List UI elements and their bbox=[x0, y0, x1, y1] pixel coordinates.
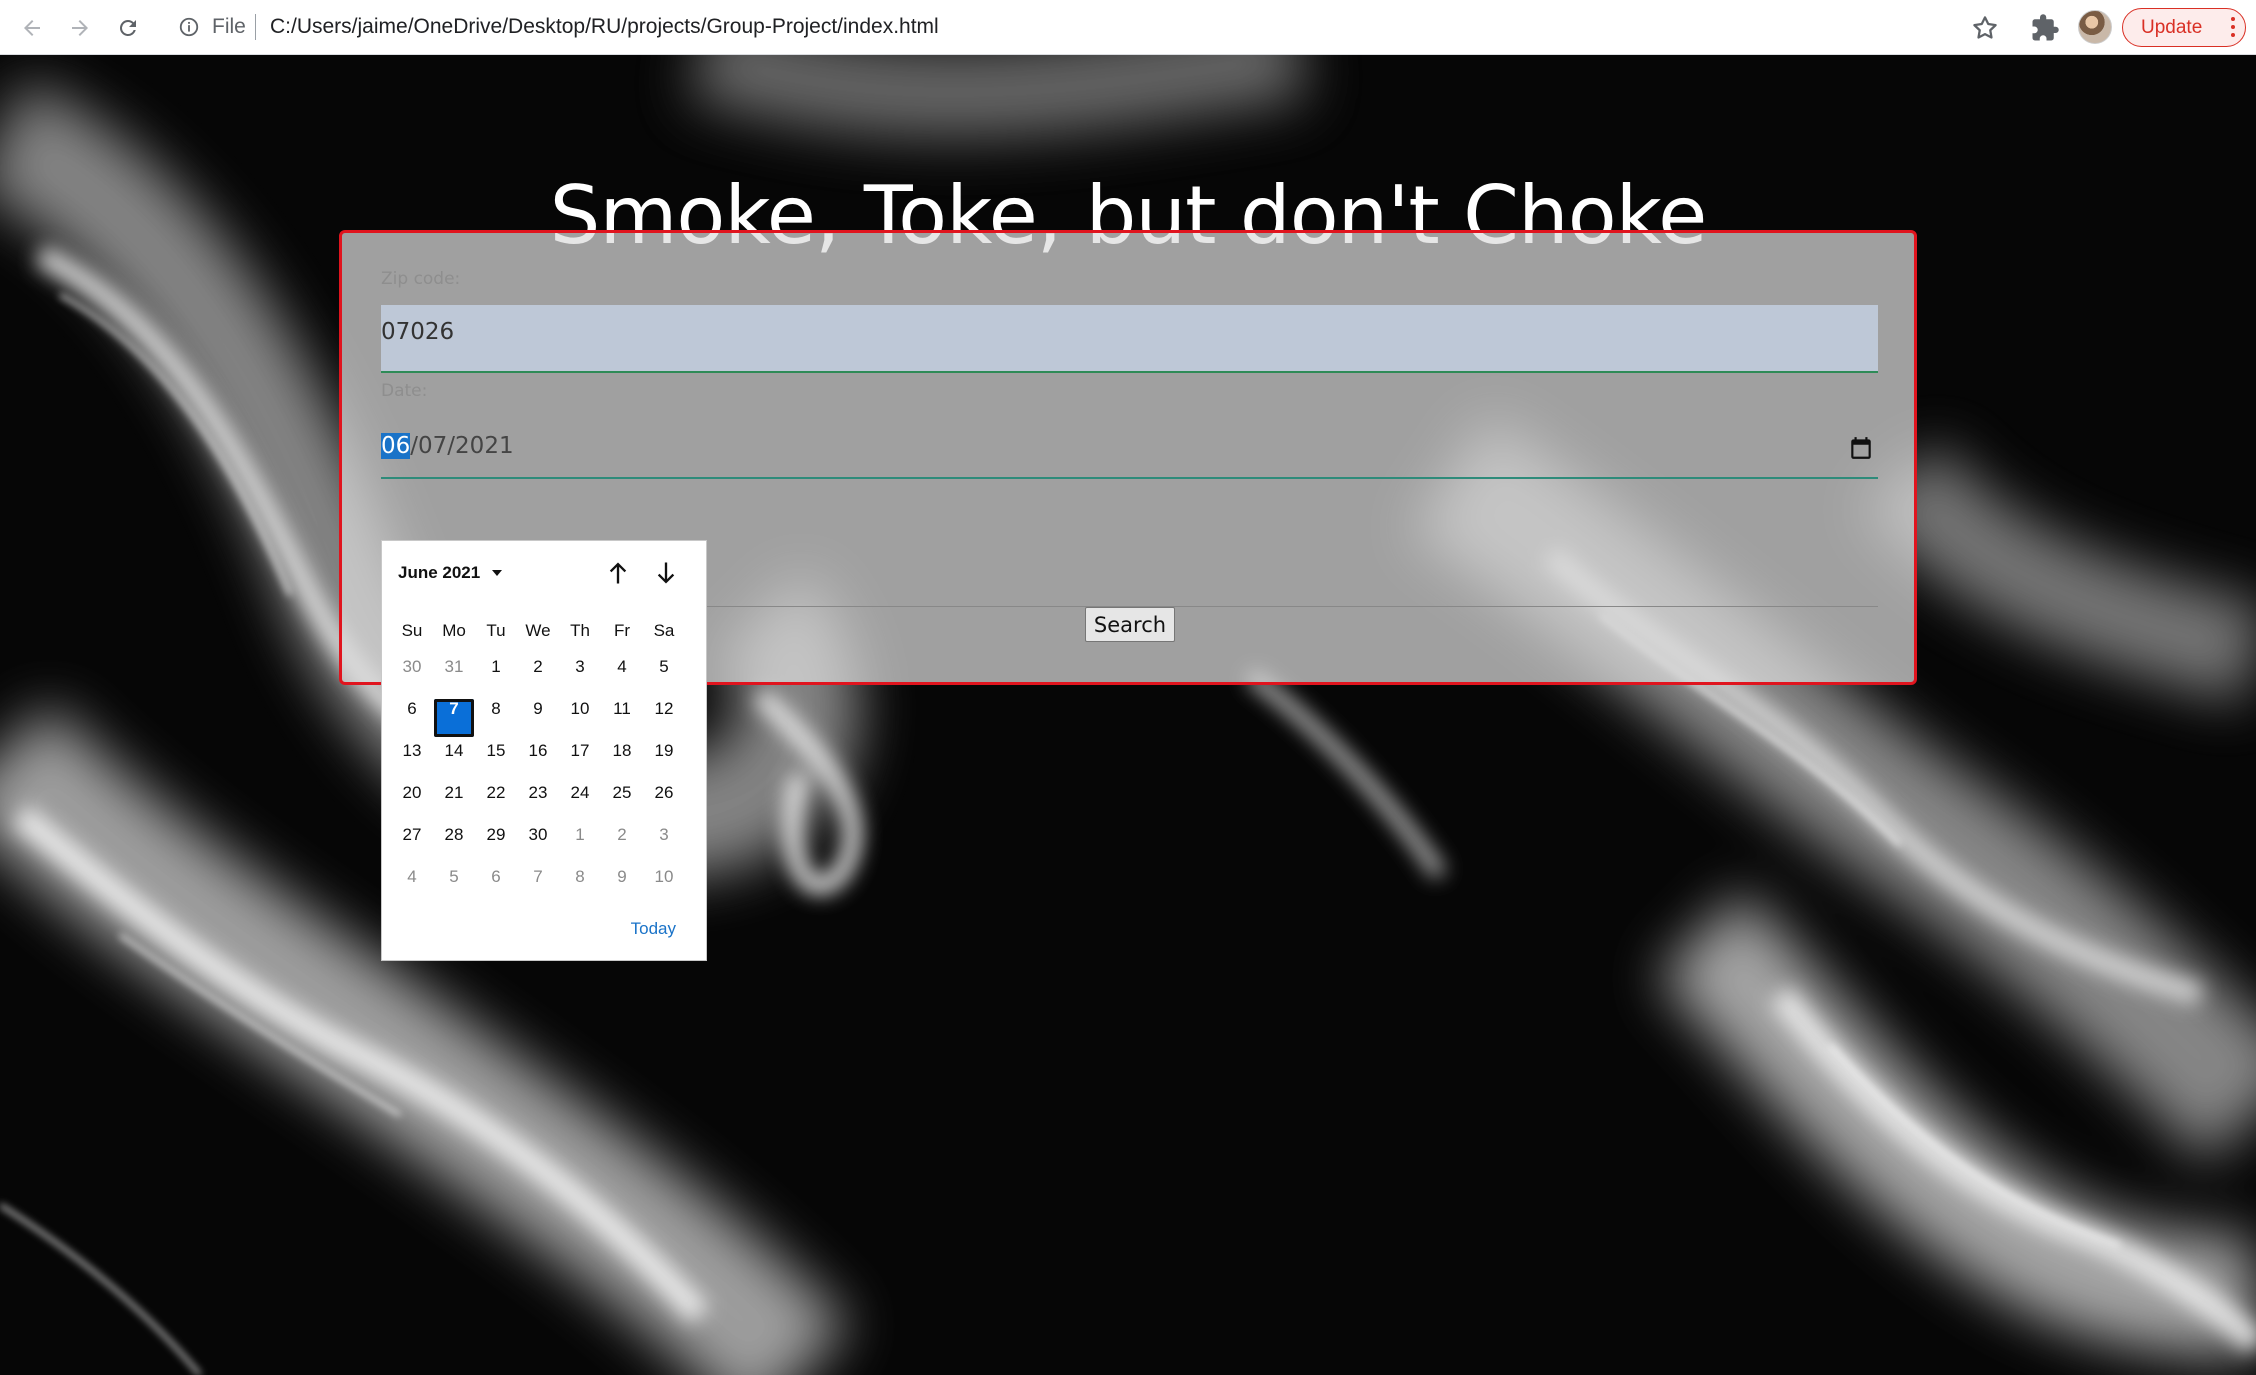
url-scheme: File bbox=[212, 15, 246, 38]
bookmark-star-icon[interactable] bbox=[1970, 13, 2000, 43]
weekday-header: Tu bbox=[486, 621, 506, 640]
calendar-icon[interactable] bbox=[1848, 435, 1874, 461]
calendar-day[interactable]: 2 bbox=[602, 825, 642, 863]
profile-avatar[interactable] bbox=[2078, 10, 2112, 44]
menu-dots-icon bbox=[2231, 17, 2235, 39]
calendar-day[interactable]: 5 bbox=[434, 867, 474, 905]
calendar-day[interactable]: 12 bbox=[644, 699, 684, 737]
calendar-day[interactable]: 10 bbox=[560, 699, 600, 737]
calendar-day[interactable]: 30 bbox=[392, 657, 432, 695]
calendar-day[interactable]: 10 bbox=[644, 867, 684, 905]
calendar-day[interactable]: 7 bbox=[434, 699, 474, 737]
calendar-day[interactable]: 8 bbox=[476, 699, 516, 737]
calendar-day[interactable]: 28 bbox=[434, 825, 474, 863]
calendar-day[interactable]: 30 bbox=[518, 825, 558, 863]
calendar-day[interactable]: 25 bbox=[602, 783, 642, 821]
today-button[interactable]: Today bbox=[631, 919, 676, 939]
calendar-day[interactable]: 2 bbox=[518, 657, 558, 695]
month-dropdown-icon[interactable] bbox=[492, 570, 502, 576]
calendar-day[interactable]: 5 bbox=[644, 657, 684, 695]
calendar-day[interactable]: 22 bbox=[476, 783, 516, 821]
weekday-header: Fr bbox=[613, 621, 631, 640]
address-bar[interactable]: C:/Users/jaime/OneDrive/Desktop/RU/proje… bbox=[270, 15, 939, 39]
search-button[interactable]: Search bbox=[1085, 607, 1175, 642]
calendar-day[interactable]: 29 bbox=[476, 825, 516, 863]
zip-input-value: 07026 bbox=[381, 319, 455, 345]
update-button[interactable]: Update bbox=[2122, 8, 2246, 47]
calendar-day[interactable]: 6 bbox=[476, 867, 516, 905]
calendar-day[interactable]: 23 bbox=[518, 783, 558, 821]
calendar-day[interactable]: 9 bbox=[518, 699, 558, 737]
calendar-day[interactable]: 3 bbox=[560, 657, 600, 695]
weekday-header: Su bbox=[401, 621, 423, 640]
calendar-day[interactable]: 21 bbox=[434, 783, 474, 821]
site-info-icon[interactable] bbox=[176, 14, 202, 40]
weekday-header: Th bbox=[570, 621, 590, 640]
calendar-day[interactable]: 17 bbox=[560, 741, 600, 779]
calendar-day[interactable]: 19 bbox=[644, 741, 684, 779]
calendar-day[interactable]: 1 bbox=[476, 657, 516, 695]
calendar-day[interactable]: 4 bbox=[392, 867, 432, 905]
back-arrow-icon bbox=[24, 20, 40, 36]
forward-arrow-icon bbox=[72, 20, 88, 36]
date-rest-segment[interactable]: /07/2021 bbox=[410, 433, 513, 459]
forward-button[interactable] bbox=[62, 10, 98, 46]
calendar-day[interactable]: 26 bbox=[644, 783, 684, 821]
reload-button[interactable] bbox=[110, 10, 146, 46]
reload-icon bbox=[119, 19, 136, 36]
calendar-day[interactable]: 1 bbox=[560, 825, 600, 863]
calendar-day[interactable]: 27 bbox=[392, 825, 432, 863]
calendar-month-label[interactable]: June 2021 bbox=[398, 563, 480, 583]
calendar-day[interactable]: 8 bbox=[560, 867, 600, 905]
calendar-day[interactable]: 16 bbox=[518, 741, 558, 779]
page-content: Smoke, Toke, but don't Choke Zip code: 0… bbox=[0, 55, 2256, 1375]
calendar-day[interactable]: 9 bbox=[602, 867, 642, 905]
weekday-header: Mo bbox=[442, 621, 466, 640]
calendar-day[interactable]: 31 bbox=[434, 657, 474, 695]
date-input-value: 06/07/2021 bbox=[381, 433, 514, 459]
date-input[interactable]: 06/07/2021 bbox=[381, 423, 1878, 479]
calendar-day[interactable]: 4 bbox=[602, 657, 642, 695]
calendar-day[interactable]: 18 bbox=[602, 741, 642, 779]
calendar-day[interactable]: 3 bbox=[644, 825, 684, 863]
update-label: Update bbox=[2141, 16, 2203, 38]
zip-input[interactable]: 07026 bbox=[381, 305, 1878, 373]
weekday-header: We bbox=[525, 621, 551, 640]
calendar-day[interactable]: 6 bbox=[392, 699, 432, 737]
browser-toolbar: File C:/Users/jaime/OneDrive/Desktop/RU/… bbox=[0, 0, 2256, 55]
date-label: Date: bbox=[381, 381, 428, 401]
calendar-day[interactable]: 20 bbox=[392, 783, 432, 821]
next-month-arrow-icon[interactable] bbox=[652, 559, 680, 587]
calendar-day[interactable]: 7 bbox=[518, 867, 558, 905]
calendar-day[interactable]: 24 bbox=[560, 783, 600, 821]
weekday-header: Sa bbox=[653, 621, 675, 640]
previous-month-arrow-icon[interactable] bbox=[604, 559, 632, 587]
calendar-day[interactable]: 14 bbox=[434, 741, 474, 779]
calendar-day[interactable]: 13 bbox=[392, 741, 432, 779]
calendar-day[interactable]: 15 bbox=[476, 741, 516, 779]
url-separator bbox=[255, 14, 256, 40]
extensions-puzzle-icon[interactable] bbox=[2030, 13, 2060, 43]
calendar-day[interactable]: 11 bbox=[602, 699, 642, 737]
date-month-segment[interactable]: 06 bbox=[381, 433, 411, 459]
zip-label: Zip code: bbox=[381, 269, 461, 289]
date-picker-popup: June 2021 Su Mo Tu We Th Fr Sa 30 31 1 2 3 4 5 6 7 8 9 10 1… bbox=[381, 540, 707, 961]
back-button[interactable] bbox=[14, 10, 50, 46]
